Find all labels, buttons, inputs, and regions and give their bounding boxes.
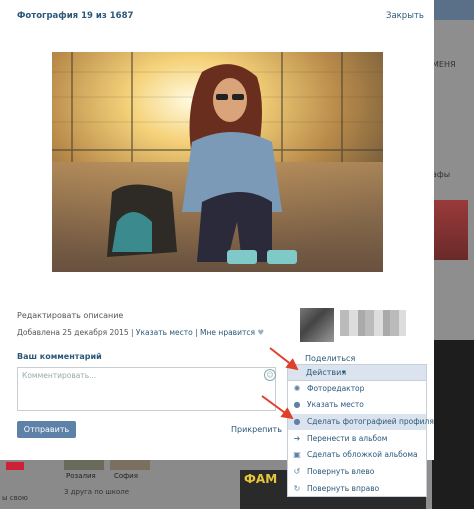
photo[interactable] — [52, 52, 383, 272]
avatar[interactable] — [300, 308, 334, 342]
actions-label: Действия — [306, 368, 347, 377]
send-button[interactable]: Отправить — [17, 421, 76, 438]
menu-item-rotate-right[interactable]: ↻ Повернуть вправо — [288, 481, 426, 497]
actions-dropdown-button[interactable]: Действия ▾ — [287, 364, 427, 381]
attach-link[interactable]: Прикрепить — [231, 425, 282, 434]
menu-item-label: Сделать обложкой альбома — [307, 450, 418, 459]
menu-item-label: Повернуть вправо — [307, 484, 380, 493]
like-link[interactable]: Мне нравится — [200, 328, 255, 337]
sun-icon: ✺ — [293, 384, 301, 393]
menu-item-label: Указать место — [307, 400, 364, 409]
user-icon: ● — [293, 417, 301, 426]
background-product-image — [432, 200, 468, 260]
background-text: афы — [432, 170, 451, 179]
photo-meta: Добавлена 25 декабря 2015 | Указать мест… — [17, 328, 264, 337]
smiley-icon[interactable]: ☺ — [264, 369, 276, 381]
background-promo-right — [432, 340, 474, 509]
location-pin-icon: ● — [293, 400, 301, 409]
menu-item-label: Сделать фотографией профиля — [307, 417, 434, 426]
menu-item-label: Перенести в альбом — [307, 434, 388, 443]
menu-item-label: Повернуть влево — [307, 467, 375, 476]
comment-label: Ваш комментарий — [17, 352, 102, 361]
share-link[interactable]: Поделиться — [305, 354, 355, 363]
promo-text: ФАМ — [244, 472, 278, 486]
menu-item-rotate-left[interactable]: ↺ Повернуть влево — [288, 464, 426, 480]
menu-item-set-album-cover[interactable]: ▣ Сделать обложкой альбома — [288, 447, 426, 463]
menu-item-specify-place[interactable]: ● Указать место — [288, 397, 426, 413]
background-text: ы свою — [2, 494, 28, 502]
photo-counter-title: Фотография 19 из 1687 — [17, 11, 134, 21]
added-date: Добавлена 25 декабря 2015 — [17, 328, 129, 337]
image-icon: ▣ — [293, 450, 301, 459]
specify-place-link[interactable]: Указать место — [136, 328, 193, 337]
comment-input[interactable]: Комментировать... — [17, 367, 276, 411]
rotate-left-icon: ↺ — [293, 467, 301, 476]
background-text: МЕНЯ — [432, 60, 456, 69]
separator: | — [195, 328, 198, 337]
heart-icon[interactable]: ♥ — [257, 328, 264, 337]
move-arrow-icon: ➜ — [293, 434, 301, 443]
background-badge — [6, 462, 24, 470]
close-link[interactable]: Закрыть — [386, 11, 424, 21]
chevron-down-icon: ▾ — [342, 368, 346, 376]
actions-menu: ✺ Фоторедактор ● Указать место ● Сделать… — [287, 380, 434, 497]
rotate-right-icon: ↻ — [293, 484, 301, 493]
menu-item-set-profile-photo[interactable]: ● Сделать фотографией профиля — [288, 414, 434, 430]
owner-name-blurred[interactable] — [340, 310, 406, 336]
menu-item-label: Фоторедактор — [307, 384, 365, 393]
edit-description-link[interactable]: Редактировать описание — [17, 311, 123, 320]
photo-image — [52, 52, 383, 272]
menu-item-move-to-album[interactable]: ➜ Перенести в альбом — [288, 431, 426, 447]
menu-item-photo-editor[interactable]: ✺ Фоторедактор — [288, 381, 426, 397]
friend-name: София — [114, 472, 138, 480]
friend-name: Розалия — [66, 472, 96, 480]
friends-caption: 3 друга по школе — [64, 488, 130, 496]
separator: | — [131, 328, 134, 337]
